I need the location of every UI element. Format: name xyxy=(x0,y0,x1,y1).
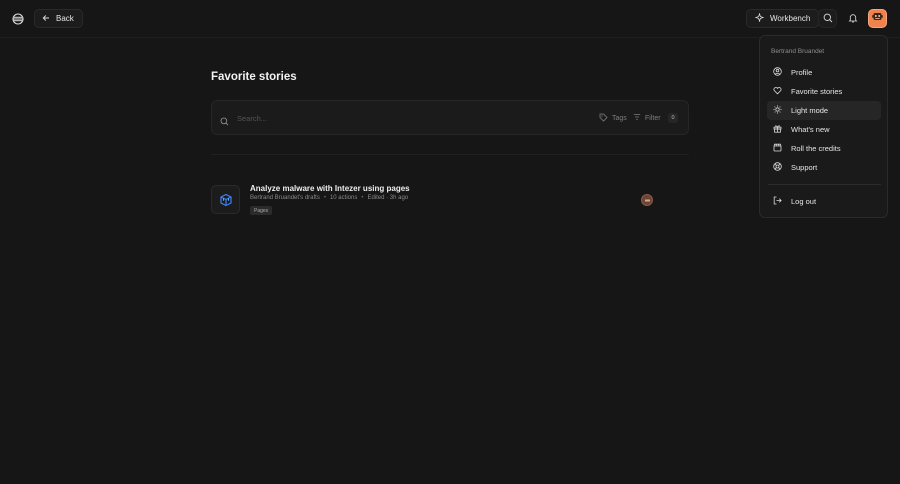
story-meta: Bertrand Bruandet's drafts • 10 actions … xyxy=(250,195,408,201)
sparkle-icon xyxy=(754,12,765,24)
arrow-left-icon xyxy=(42,14,50,24)
filter-button[interactable]: Filter xyxy=(633,113,661,123)
story-source: Bertrand Bruandet's drafts xyxy=(250,195,320,201)
divider xyxy=(211,154,689,155)
notifications-button[interactable] xyxy=(843,9,862,28)
tag-icon xyxy=(599,113,608,124)
filter-count-badge: 0 xyxy=(668,113,678,123)
menu-item-label: Log out xyxy=(791,197,817,206)
menu-item-roll-the-credits[interactable]: Roll the credits xyxy=(767,139,881,158)
filter-icon xyxy=(633,113,641,123)
search-icon xyxy=(220,113,229,131)
back-label: Back xyxy=(56,14,74,23)
menu-item-support[interactable]: Support xyxy=(767,158,881,177)
story-actions-count: 10 actions xyxy=(329,195,358,201)
menu-item-log-out[interactable]: Log out xyxy=(767,192,881,211)
tags-filter-button[interactable]: Tags xyxy=(599,113,627,124)
meta-separator: • xyxy=(323,195,326,201)
tags-label: Tags xyxy=(612,115,627,122)
filter-label: Filter xyxy=(645,114,661,122)
gift-icon xyxy=(773,124,782,135)
menu-item-label: Roll the credits xyxy=(791,144,841,153)
menu-item-label: Favorite stories xyxy=(791,87,843,96)
search-button[interactable] xyxy=(818,9,837,28)
menu-item-whats-new[interactable]: What's new xyxy=(767,120,881,139)
search-input[interactable] xyxy=(237,111,537,125)
top-bar: Back Workbench xyxy=(0,0,900,38)
meta-separator: • xyxy=(361,195,364,201)
user-menu: Bertrand Bruandet Profile Favorite stori… xyxy=(759,35,888,218)
menu-item-label: Profile xyxy=(791,68,813,77)
logout-icon xyxy=(773,196,782,207)
bell-icon xyxy=(848,10,858,28)
menu-item-label: Light mode xyxy=(791,106,829,115)
menu-divider xyxy=(768,184,881,185)
lifebuoy-icon xyxy=(773,162,782,173)
menu-item-label: Support xyxy=(791,163,818,172)
avatar-icon xyxy=(871,10,884,28)
story-tag-badge[interactable]: Pages xyxy=(250,206,273,215)
search-panel: Tags Filter 0 xyxy=(211,100,689,135)
story-edited: Edited · 3h ago xyxy=(367,195,409,201)
sun-icon xyxy=(773,105,782,116)
app-logo-icon[interactable] xyxy=(11,12,25,26)
user-avatar-button[interactable] xyxy=(868,9,887,28)
profile-icon xyxy=(773,67,782,78)
story-icon xyxy=(211,185,240,214)
menu-item-favorite-stories[interactable]: Favorite stories xyxy=(767,82,881,101)
story-title[interactable]: Analyze malware with Intezer using pages xyxy=(250,184,410,193)
story-owner-avatar xyxy=(641,194,653,206)
workbench-button[interactable]: Workbench xyxy=(746,9,820,28)
heart-icon xyxy=(773,86,782,97)
back-button[interactable]: Back xyxy=(34,9,83,28)
search-icon xyxy=(823,10,833,28)
menu-item-light-mode[interactable]: Light mode xyxy=(767,101,881,120)
clapperboard-icon xyxy=(773,143,782,154)
menu-item-label: What's new xyxy=(791,125,830,134)
workbench-label: Workbench xyxy=(770,14,811,23)
menu-item-profile[interactable]: Profile xyxy=(767,63,881,82)
menu-user-name: Bertrand Bruandet xyxy=(771,48,825,55)
story-row[interactable]: Analyze malware with Intezer using pages… xyxy=(211,183,661,219)
page-title: Favorite stories xyxy=(211,71,297,83)
